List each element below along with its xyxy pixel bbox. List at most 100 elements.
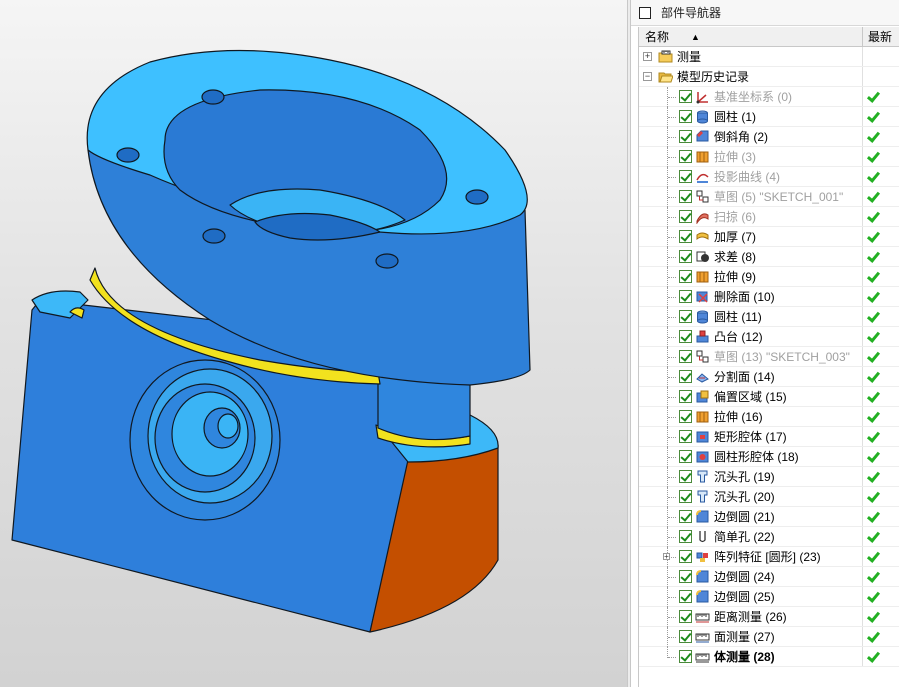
feature-visibility-checkbox[interactable]	[679, 250, 692, 263]
latest-cell	[863, 307, 899, 326]
feature-name-cell: 面测量 (27)	[639, 627, 863, 647]
column-header-name[interactable]: 名称 ▲	[639, 27, 863, 46]
feature-row[interactable]: 边倒圆 (21)	[639, 507, 899, 527]
panel-checkbox-icon[interactable]	[639, 6, 651, 19]
feature-row[interactable]: 圆柱 (11)	[639, 307, 899, 327]
folder-open-icon	[658, 69, 677, 84]
feature-row[interactable]: 偏置区域 (15)	[639, 387, 899, 407]
feature-visibility-checkbox[interactable]	[679, 470, 692, 483]
feature-row[interactable]: 分割面 (14)	[639, 367, 899, 387]
tree-node-measurements[interactable]: + 测量	[639, 47, 899, 67]
feature-visibility-checkbox[interactable]	[679, 350, 692, 363]
up-to-date-check-icon	[867, 551, 879, 563]
feature-visibility-checkbox[interactable]	[679, 270, 692, 283]
feature-visibility-checkbox[interactable]	[679, 190, 692, 203]
feature-row[interactable]: 凸台 (12)	[639, 327, 899, 347]
feature-row[interactable]: 圆柱 (1)	[639, 107, 899, 127]
feature-visibility-checkbox[interactable]	[679, 490, 692, 503]
latest-cell	[863, 347, 899, 366]
latest-cell	[863, 287, 899, 306]
latest-cell	[863, 227, 899, 246]
feature-label: 边倒圆 (24)	[714, 570, 775, 584]
feature-row[interactable]: 加厚 (7)	[639, 227, 899, 247]
feature-name-cell: 加厚 (7)	[639, 227, 863, 247]
column-header-latest[interactable]: 最新	[863, 27, 899, 46]
latest-cell	[863, 327, 899, 346]
feature-visibility-checkbox[interactable]	[679, 150, 692, 163]
feature-row[interactable]: 简单孔 (22)	[639, 527, 899, 547]
feature-tree[interactable]: 名称 ▲ 最新 + 测量 − 模型历史记录 基准坐标系 (0) 圆柱 (1) 倒斜角 (2…	[638, 27, 899, 687]
feature-visibility-checkbox[interactable]	[679, 610, 692, 623]
3d-model-view[interactable]	[0, 0, 627, 687]
feature-visibility-checkbox[interactable]	[679, 210, 692, 223]
feature-visibility-checkbox[interactable]	[679, 230, 692, 243]
edge-blend-icon	[695, 569, 714, 584]
feature-row[interactable]: 基准坐标系 (0)	[639, 87, 899, 107]
feature-visibility-checkbox[interactable]	[679, 590, 692, 603]
edge-blend-icon	[695, 509, 714, 524]
feature-name-cell: 草图 (13) "SKETCH_003"	[639, 347, 863, 367]
feature-visibility-checkbox[interactable]	[679, 110, 692, 123]
feature-row[interactable]: 沉头孔 (19)	[639, 467, 899, 487]
feature-row[interactable]: + 阵列特征 [圆形] (23)	[639, 547, 899, 567]
feature-label: 删除面 (10)	[714, 290, 775, 304]
feature-row[interactable]: 求差 (8)	[639, 247, 899, 267]
feature-visibility-checkbox[interactable]	[679, 310, 692, 323]
feature-name-cell: 体测量 (28)	[639, 647, 863, 666]
feature-row[interactable]: 沉头孔 (20)	[639, 487, 899, 507]
feature-visibility-checkbox[interactable]	[679, 630, 692, 643]
feature-visibility-checkbox[interactable]	[679, 90, 692, 103]
port-inner-hole	[217, 413, 239, 439]
feature-visibility-checkbox[interactable]	[679, 530, 692, 543]
tree-connector-line	[667, 107, 676, 127]
expand-icon[interactable]: +	[663, 553, 670, 561]
feature-visibility-checkbox[interactable]	[679, 450, 692, 463]
collapse-icon[interactable]: −	[643, 72, 652, 81]
feature-visibility-checkbox[interactable]	[679, 410, 692, 423]
feature-row[interactable]: 边倒圆 (25)	[639, 587, 899, 607]
feature-row[interactable]: 倒斜角 (2)	[639, 127, 899, 147]
feature-row[interactable]: 拉伸 (3)	[639, 147, 899, 167]
feature-name-cell: 沉头孔 (19)	[639, 467, 863, 487]
up-to-date-check-icon	[867, 611, 879, 623]
feature-name-cell: 拉伸 (3)	[639, 147, 863, 167]
feature-label: 草图 (13) "SKETCH_003"	[714, 350, 850, 364]
latest-cell	[863, 87, 899, 106]
feature-visibility-checkbox[interactable]	[679, 550, 692, 563]
tree-connector-line	[667, 167, 676, 187]
feature-visibility-checkbox[interactable]	[679, 370, 692, 383]
feature-name-cell: + 阵列特征 [圆形] (23)	[639, 547, 863, 567]
feature-row[interactable]: 拉伸 (16)	[639, 407, 899, 427]
feature-row[interactable]: 草图 (5) "SKETCH_001"	[639, 187, 899, 207]
feature-row[interactable]: 投影曲线 (4)	[639, 167, 899, 187]
feature-row[interactable]: 扫掠 (6)	[639, 207, 899, 227]
feature-row[interactable]: 面测量 (27)	[639, 627, 899, 647]
feature-row[interactable]: 矩形腔体 (17)	[639, 427, 899, 447]
latest-cell	[863, 387, 899, 406]
feature-row[interactable]: 拉伸 (9)	[639, 267, 899, 287]
graphics-window[interactable]	[0, 0, 627, 687]
feature-row[interactable]: 距离测量 (26)	[639, 607, 899, 627]
feature-visibility-checkbox[interactable]	[679, 430, 692, 443]
feature-visibility-checkbox[interactable]	[679, 650, 692, 663]
feature-label: 面测量 (27)	[714, 630, 775, 644]
feature-visibility-checkbox[interactable]	[679, 570, 692, 583]
up-to-date-check-icon	[867, 531, 879, 543]
feature-row[interactable]: 圆柱形腔体 (18)	[639, 447, 899, 467]
extrude-icon	[695, 409, 714, 424]
feature-visibility-checkbox[interactable]	[679, 170, 692, 183]
feature-visibility-checkbox[interactable]	[679, 290, 692, 303]
feature-row[interactable]: 体测量 (28)	[639, 647, 899, 667]
feature-visibility-checkbox[interactable]	[679, 130, 692, 143]
counterbore-icon	[695, 469, 714, 484]
feature-row[interactable]: 边倒圆 (24)	[639, 567, 899, 587]
expand-icon[interactable]: +	[643, 52, 652, 61]
feature-visibility-checkbox[interactable]	[679, 390, 692, 403]
feature-row[interactable]: 草图 (13) "SKETCH_003"	[639, 347, 899, 367]
tree-node-model-history[interactable]: − 模型历史记录	[639, 67, 899, 87]
feature-visibility-checkbox[interactable]	[679, 510, 692, 523]
latest-cell	[863, 467, 899, 486]
feature-visibility-checkbox[interactable]	[679, 330, 692, 343]
feature-row[interactable]: 删除面 (10)	[639, 287, 899, 307]
subtract-icon	[695, 249, 714, 264]
